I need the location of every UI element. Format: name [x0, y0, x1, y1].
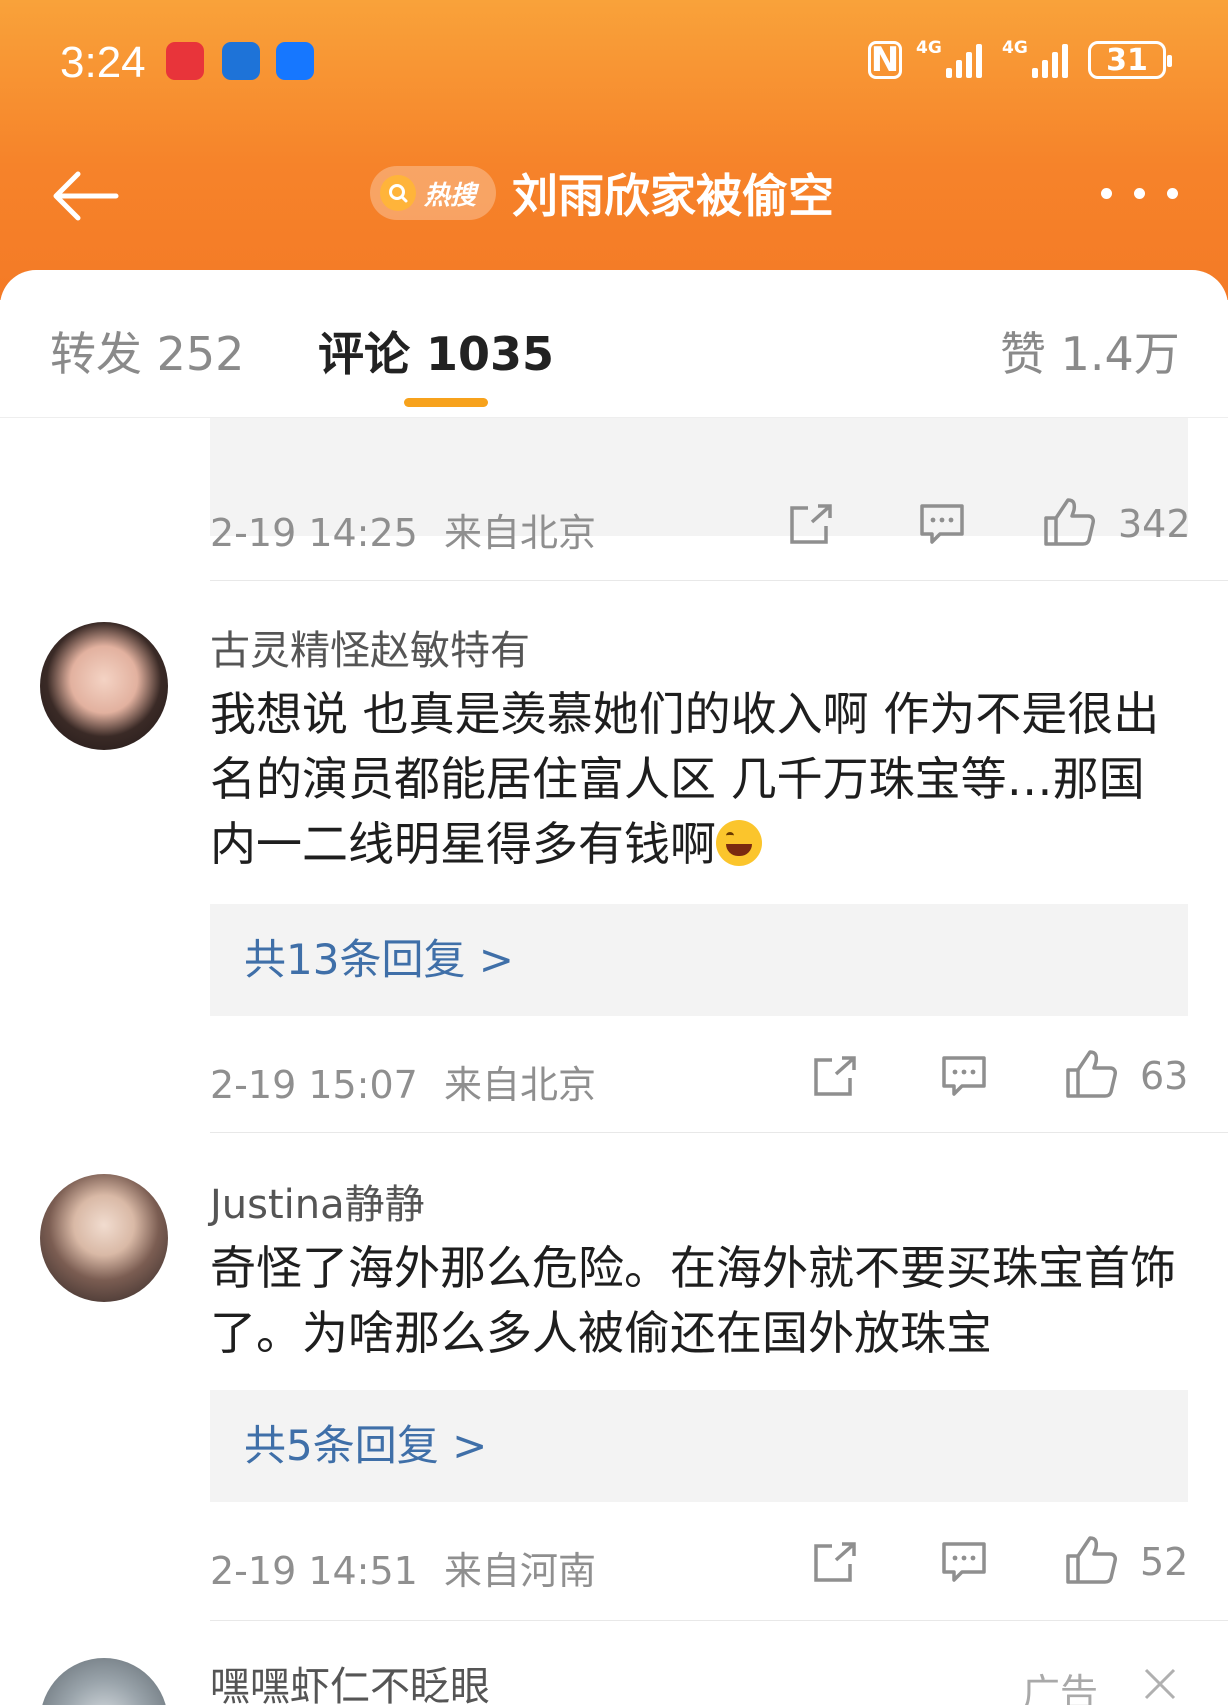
like-icon[interactable] [1042, 496, 1096, 548]
signal-icon-2: 4G [1002, 38, 1074, 80]
comment-icon[interactable] [940, 1054, 988, 1100]
comment-text: 奇怪了海外那么危险。在海外就不要买珠宝首饰了。为啥那么多人被偷还在国外放珠宝 [210, 1241, 1176, 1360]
hot-search-badge[interactable]: 热搜 [370, 166, 496, 220]
comment-time: 2-19 14:51 [210, 1549, 418, 1593]
app-notification-icon-1 [166, 42, 204, 80]
comment-text: 我想说 也真是羡慕她们的收入啊 作为不是很出名的演员都能居住富人区 几千万珠宝等… [210, 687, 1160, 871]
like-count: 63 [1140, 1054, 1189, 1098]
like-count: 342 [1118, 502, 1191, 546]
comment-divider [210, 1620, 1228, 1621]
comment-location: 来自北京 [443, 1063, 596, 1107]
status-indicators: N 4G 4G 31 [868, 38, 1172, 80]
username[interactable]: 古灵精怪赵敏特有 [210, 618, 530, 676]
tab-bar: 转发 252 评论 1035 赞 1.4万 [0, 270, 1228, 418]
avatar[interactable] [40, 1174, 168, 1302]
comment-location: 来自河南 [443, 1549, 596, 1593]
reply-summary[interactable]: 共5条回复 > [210, 1390, 1188, 1502]
username[interactable]: Justina静静 [210, 1172, 425, 1230]
search-icon [380, 175, 416, 211]
avatar[interactable] [40, 1658, 168, 1705]
like-icon[interactable] [1064, 1534, 1118, 1586]
share-icon[interactable] [810, 1540, 860, 1586]
comment-location: 来自北京 [443, 511, 596, 555]
alipay-icon [276, 42, 314, 80]
more-options-icon[interactable] [1101, 188, 1178, 199]
comment-meta: 2-19 14:51 来自河南 [210, 1540, 596, 1595]
comment-meta: 2-19 15:07 来自北京 [210, 1054, 596, 1109]
comment-time: 2-19 14:25 [210, 511, 418, 555]
active-tab-indicator [404, 398, 488, 407]
ad-label: 广告 [1021, 1671, 1098, 1705]
comment-divider [210, 580, 1228, 581]
close-icon[interactable] [1142, 1666, 1178, 1702]
reply-link[interactable]: 共7条回复 > [244, 418, 487, 455]
signal-icon-1: 4G [916, 38, 988, 80]
top-header: 3:24 N 4G 4G 31 热搜 刘雨欣家被偷空 [0, 0, 1228, 300]
page-title: 刘雨欣家被偷空 [512, 169, 834, 223]
battery-icon: 31 [1088, 41, 1172, 79]
comment-icon[interactable] [940, 1540, 988, 1586]
back-arrow-icon[interactable] [48, 168, 120, 224]
comment-meta: 2-19 14:25 来自北京 [210, 502, 596, 557]
app-notification-icon-2 [222, 42, 260, 80]
tab-likes[interactable]: 赞 1.4万 [1000, 318, 1180, 384]
reply-summary[interactable]: 共13条回复 > [210, 904, 1188, 1016]
hot-badge-label: 热搜 [424, 180, 477, 211]
reply-link[interactable]: 共13条回复 > [244, 904, 514, 1016]
comment-icon[interactable] [918, 502, 966, 548]
tab-reposts[interactable]: 转发 252 [50, 318, 244, 384]
like-icon[interactable] [1064, 1048, 1118, 1100]
comment-time: 2-19 15:07 [210, 1063, 418, 1107]
laugh-cry-emoji-icon [716, 820, 762, 866]
tab-comments[interactable]: 评论 1035 [318, 318, 554, 384]
status-time: 3:24 [60, 38, 146, 87]
like-count: 52 [1140, 1540, 1189, 1584]
comment-divider [210, 1132, 1228, 1133]
content-panel: 转发 252 评论 1035 赞 1.4万 共7条回复 > 2-19 14:25… [0, 270, 1228, 1705]
share-icon[interactable] [810, 1054, 860, 1100]
title-area: 热搜 刘雨欣家被偷空 [370, 160, 834, 226]
avatar[interactable] [40, 622, 168, 750]
username[interactable]: 嘿嘿虾仁不眨眼 [210, 1654, 490, 1705]
reply-link[interactable]: 共5条回复 > [244, 1390, 487, 1502]
nfc-icon: N [868, 40, 902, 80]
share-icon[interactable] [786, 502, 836, 548]
